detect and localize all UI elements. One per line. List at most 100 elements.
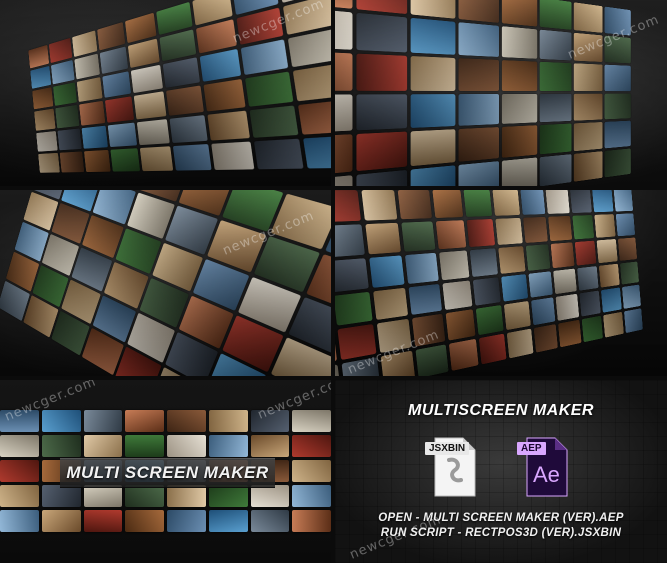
screen-tile — [479, 334, 507, 365]
screen-tile — [36, 131, 58, 152]
screen-tile — [574, 2, 603, 32]
screen-tile — [502, 274, 529, 302]
screen-tile — [0, 435, 39, 457]
screen-tile — [84, 410, 123, 432]
screen-tile — [209, 510, 248, 532]
screen-tile — [163, 58, 200, 89]
screen-tile — [357, 132, 408, 171]
screen-tile — [605, 64, 631, 90]
screen-tile — [209, 410, 248, 432]
screen-tile — [42, 435, 81, 457]
screen-row — [0, 510, 331, 532]
screen-tile — [207, 110, 250, 140]
screen-tile — [501, 26, 537, 59]
screen-tile — [570, 190, 592, 213]
screen-tile — [84, 435, 123, 457]
screen-tile — [79, 101, 105, 125]
screen-tile — [405, 252, 438, 283]
screen-tile — [409, 283, 442, 315]
screen-tile — [539, 0, 571, 30]
screen-tile — [411, 165, 456, 186]
screen-tile — [304, 135, 331, 168]
product-title: MULTI SCREEN MAKER — [66, 463, 268, 483]
screen-tile — [501, 126, 537, 159]
screen-tile — [572, 215, 594, 239]
screen-tile — [38, 153, 60, 173]
screen-tile — [620, 261, 639, 285]
screen-tile — [496, 218, 523, 245]
screen-tile — [553, 268, 576, 294]
screen-row — [0, 485, 331, 507]
screen-tile — [601, 288, 621, 313]
screen-tile — [411, 130, 456, 167]
screen-tile — [28, 45, 49, 69]
screen-tile — [459, 94, 499, 127]
screen-tile — [81, 125, 108, 148]
screen-tile — [74, 54, 100, 80]
screen-tile — [402, 221, 435, 251]
screen-tile — [618, 237, 637, 260]
screen-tile — [125, 410, 164, 432]
screen-tile — [442, 280, 473, 311]
screen-tile — [167, 485, 206, 507]
screen-tile — [125, 485, 164, 507]
screen-tile — [523, 217, 548, 243]
screen-tile — [575, 240, 597, 265]
screen-tile — [599, 263, 620, 288]
screen-tile — [365, 223, 401, 254]
screen-tile — [432, 190, 463, 218]
screen-tile — [34, 109, 55, 131]
screen-tile — [531, 298, 556, 326]
screen-tile — [140, 146, 174, 171]
preview-panel-5: MULTI SCREEN MAKER newcger.com newcger.c… — [0, 380, 331, 563]
screen-tile — [459, 127, 499, 162]
screen-tile — [77, 77, 103, 102]
screen-tile — [335, 224, 365, 257]
screen-tile — [173, 144, 211, 171]
jsxbin-badge: JSXBIN — [425, 442, 469, 455]
screen-tile — [357, 53, 408, 90]
screen-tile — [499, 246, 526, 274]
screen-tile — [335, 0, 353, 9]
screen-tile — [556, 294, 579, 321]
screen-tile — [539, 154, 571, 186]
screen-tile — [84, 150, 111, 172]
screen-tile — [335, 258, 369, 292]
screen-tile — [507, 329, 533, 359]
screen-tile — [459, 58, 499, 91]
screen-tile — [501, 158, 537, 186]
screen-tile — [501, 93, 537, 124]
jsxbin-file-icon: JSXBIN — [431, 436, 479, 498]
aep-badge: AEP — [517, 442, 546, 455]
screen-tile — [335, 291, 372, 326]
screen-tile — [254, 138, 304, 169]
screen-tile — [211, 141, 254, 170]
screen-wall — [335, 0, 631, 186]
screen-tile — [137, 119, 170, 145]
screen-tile — [100, 47, 129, 75]
preview-panel-4: newcger.com — [335, 190, 667, 376]
screen-tile — [470, 248, 499, 277]
screen-tile — [534, 324, 558, 352]
preview-panel-3: newcger.com — [0, 190, 331, 376]
collage-root: newcger.com newcger.com newcger.com newc… — [0, 0, 667, 563]
screen-tile — [335, 50, 353, 90]
screen-tile — [546, 190, 570, 214]
screen-tile — [411, 94, 456, 129]
title-banner: MULTI SCREEN MAKER — [60, 458, 275, 488]
screen-tile — [167, 435, 206, 457]
screen-tile — [167, 410, 206, 432]
screen-tile — [335, 135, 353, 178]
screen-tile — [251, 510, 290, 532]
screen-tile — [558, 320, 581, 347]
screen-tile — [42, 485, 81, 507]
screen-tile — [84, 510, 123, 532]
screen-tile — [520, 190, 545, 215]
screen-tile — [245, 72, 294, 106]
screen-tile — [251, 485, 290, 507]
screen-tile — [445, 310, 475, 341]
screen-tile — [0, 460, 39, 482]
screen-tile — [110, 148, 140, 172]
screen-tile — [60, 151, 84, 172]
preview-panel-1: newcger.com — [0, 0, 331, 186]
